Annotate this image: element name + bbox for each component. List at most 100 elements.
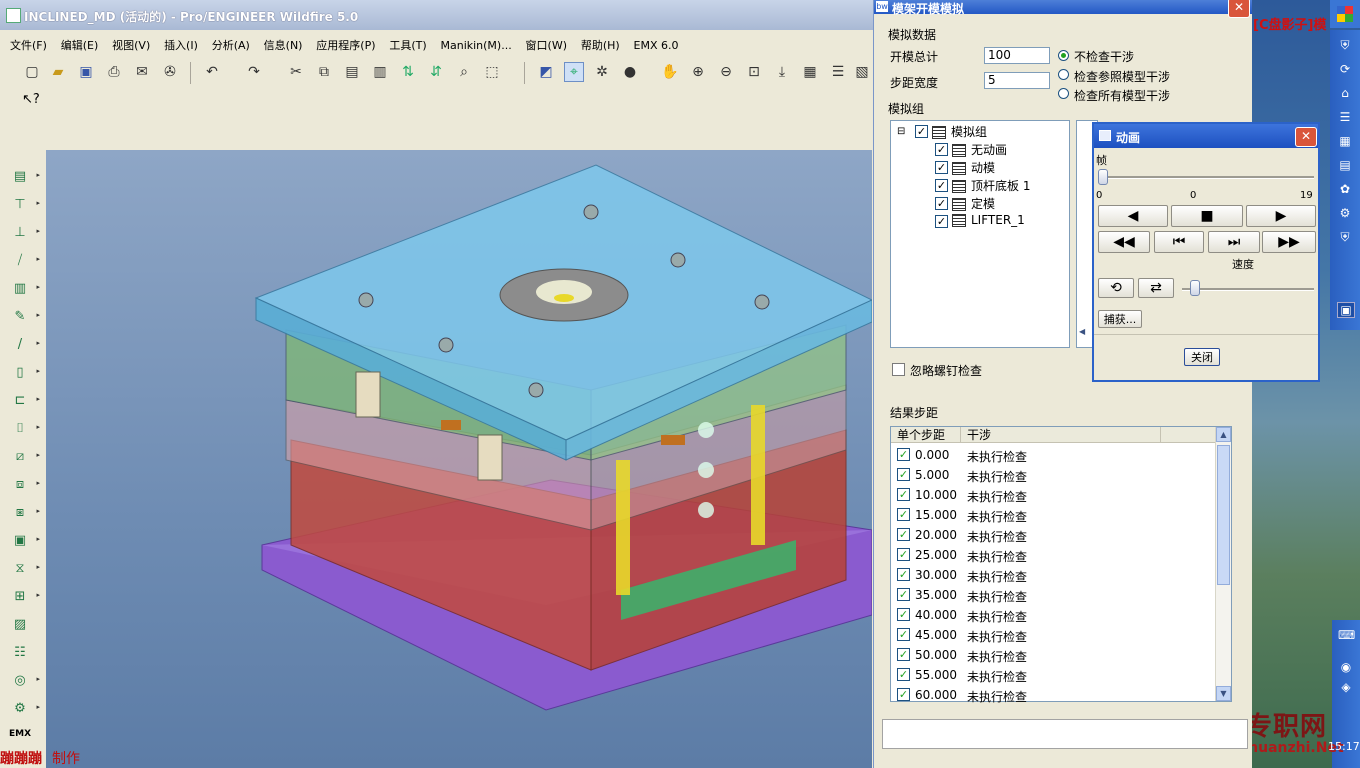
tree-collapse-icon[interactable]: ⊟ [897, 126, 905, 137]
table-row[interactable]: ✓ 40.000 未执行检查 [891, 605, 1216, 625]
table-row[interactable]: ✓ 0.000 未执行检查 [891, 445, 1216, 465]
keyboard-icon[interactable]: ⌨ [1338, 628, 1355, 642]
tree-child-checkbox[interactable]: ✓ [935, 161, 948, 174]
to-end-button[interactable]: ⏭ [1208, 231, 1260, 253]
sim-group-tree[interactable]: ⊟ ✓ 模拟组 ✓ 无动画 ✓ 动模 ✓ 顶杆底板 1 ✓ 定模 ✓ LIFTE… [890, 120, 1070, 348]
bom-icon[interactable]: ☷ [8, 641, 32, 663]
table-row[interactable]: ✓ 15.000 未执行检查 [891, 505, 1216, 525]
speed-slider-track[interactable] [1182, 288, 1314, 291]
windows-logo-icon[interactable] [1337, 6, 1353, 22]
tray-icon-1[interactable]: ◉ [1338, 660, 1354, 674]
col-header-step[interactable]: 单个步距 [891, 427, 961, 443]
tree-root-node[interactable]: 模拟组 [929, 123, 987, 139]
row-checkbox[interactable]: ✓ [897, 568, 910, 581]
graphics-viewport[interactable] [46, 150, 872, 768]
tree-child-checkbox[interactable]: ✓ [935, 215, 948, 228]
table-row[interactable]: ✓ 20.000 未执行检查 [891, 525, 1216, 545]
shading-icon[interactable]: ● [620, 62, 640, 82]
emx-logo-icon[interactable]: EMX [8, 723, 32, 745]
tree-root-checkbox[interactable]: ✓ [915, 125, 928, 138]
scroll-thumb[interactable] [1217, 445, 1230, 585]
shield-icon[interactable]: ⛨ [1337, 38, 1353, 52]
fast-forward-button[interactable]: ▶▶ [1262, 231, 1316, 253]
sprue-icon[interactable]: / ▸ [8, 333, 40, 355]
undo-icon[interactable]: ↶ [202, 62, 222, 82]
save-icon[interactable]: ▣ [76, 62, 96, 82]
table-row[interactable]: ✓ 5.000 未执行检查 [891, 465, 1216, 485]
animation-close-x[interactable]: ✕ [1295, 127, 1317, 147]
capture-button[interactable]: 捕获... [1098, 310, 1142, 328]
row-checkbox[interactable]: ✓ [897, 488, 910, 501]
refit-icon[interactable]: ⊡ [744, 62, 764, 82]
stop-pin-icon[interactable]: ⧆ ▸ [8, 501, 40, 523]
radio-ref-check[interactable] [1058, 69, 1069, 80]
play-backward-button[interactable]: ◀ [1098, 205, 1168, 227]
screw-icon[interactable]: ⊤ ▸ [8, 193, 40, 215]
saved-views-icon[interactable]: ▦ [800, 62, 820, 82]
spin-center-icon[interactable]: ⌖ [564, 62, 584, 82]
copy-icon[interactable]: ⧉ [314, 62, 334, 82]
menu-view[interactable]: 视图(V) [112, 36, 150, 56]
total-open-input[interactable]: 100 [984, 47, 1050, 64]
frame-slider-thumb[interactable] [1098, 169, 1108, 185]
tray-icon-2[interactable]: ◈ [1338, 680, 1354, 694]
scroll-left-icon[interactable]: ◀ [1079, 327, 1085, 336]
table-row[interactable]: ✓ 50.000 未执行检查 [891, 645, 1216, 665]
menu-tools[interactable]: 工具(T) [389, 36, 426, 56]
check-icon[interactable]: ◎ ▸ [8, 669, 40, 691]
insert-icon[interactable]: ⧈ ▸ [8, 473, 40, 495]
speed-slider-thumb[interactable] [1190, 280, 1200, 296]
table-row[interactable]: ✓ 55.000 未执行检查 [891, 665, 1216, 685]
refresh-icon[interactable]: ⟳ [1337, 62, 1353, 76]
plate-icon[interactable]: ▥ ▸ [8, 277, 40, 299]
find-icon[interactable]: ⌕ [454, 62, 474, 82]
tree-node[interactable]: 动模 [949, 159, 995, 175]
row-checkbox[interactable]: ✓ [897, 628, 910, 641]
table-row[interactable]: ✓ 60.000 未执行检查 [891, 685, 1216, 705]
books-icon[interactable]: ☰ [1337, 110, 1353, 124]
step-width-input[interactable]: 5 [984, 72, 1050, 89]
model-tree-icon[interactable]: ▧ [852, 62, 872, 82]
menu-help[interactable]: 帮助(H) [581, 36, 620, 56]
dialog-close-button[interactable]: ✕ [1228, 0, 1250, 18]
tree-node[interactable]: 定模 [949, 195, 995, 211]
regenerate-icon[interactable]: ⇅ [398, 62, 418, 82]
rewind-button[interactable]: ◀◀ [1098, 231, 1150, 253]
slider-icon[interactable]: ⊏ ▸ [8, 389, 40, 411]
layers-icon[interactable]: ☰ [828, 62, 848, 82]
row-checkbox[interactable]: ✓ [897, 668, 910, 681]
row-checkbox[interactable]: ✓ [897, 648, 910, 661]
menu-analysis[interactable]: 分析(A) [212, 36, 250, 56]
play-forward-button[interactable]: ▶ [1246, 205, 1316, 227]
cooling-icon[interactable]: ⧄ ▸ [8, 445, 40, 467]
open-folder-icon[interactable]: ▰ [48, 62, 68, 82]
send-icon[interactable]: ✇ [160, 62, 180, 82]
support-pillar-icon[interactable]: ▯ ▸ [8, 361, 40, 383]
bounce-button[interactable]: ⇄ [1138, 278, 1174, 298]
mold-base-icon[interactable]: ▤ ▸ [8, 165, 40, 187]
menu-file[interactable]: 文件(F) [10, 36, 47, 56]
cut-icon[interactable]: ✂ [286, 62, 306, 82]
table-row[interactable]: ✓ 35.000 未执行检查 [891, 585, 1216, 605]
menu-window[interactable]: 窗口(W) [526, 36, 567, 56]
security-icon[interactable]: ⛨ [1337, 230, 1353, 244]
options-icon[interactable]: ⚙ ▸ [8, 697, 40, 719]
row-checkbox[interactable]: ✓ [897, 508, 910, 521]
menu-insert[interactable]: 插入(I) [164, 36, 198, 56]
spring-icon[interactable]: ⧖ ▸ [8, 557, 40, 579]
drawing-icon[interactable]: ▨ [8, 613, 32, 635]
frame-slider-track[interactable] [1098, 176, 1314, 179]
zoom-in-icon[interactable]: ⊕ [688, 62, 708, 82]
tree-child-checkbox[interactable]: ✓ [935, 179, 948, 192]
ignore-screw-checkbox[interactable] [892, 363, 905, 376]
app-icon-1[interactable]: ⌂ [1337, 86, 1353, 100]
scroll-up-icon[interactable]: ▲ [1216, 427, 1231, 442]
taskbar-window-button[interactable]: ▣ [1337, 302, 1355, 318]
send-mail-icon[interactable]: ✉ [132, 62, 152, 82]
row-checkbox[interactable]: ✓ [897, 548, 910, 561]
close-button[interactable]: 关闭 [1184, 348, 1220, 366]
app-icon-3[interactable]: ▤ [1337, 158, 1353, 172]
menu-emx[interactable]: EMX 6.0 [634, 36, 679, 56]
app-icon-2[interactable]: ▦ [1337, 134, 1353, 148]
results-table[interactable]: 单个步距 干涉 ✓ 0.000 未执行检查 ✓ 5.000 未执行检查 ✓ 10.000 未执行… [890, 426, 1232, 705]
